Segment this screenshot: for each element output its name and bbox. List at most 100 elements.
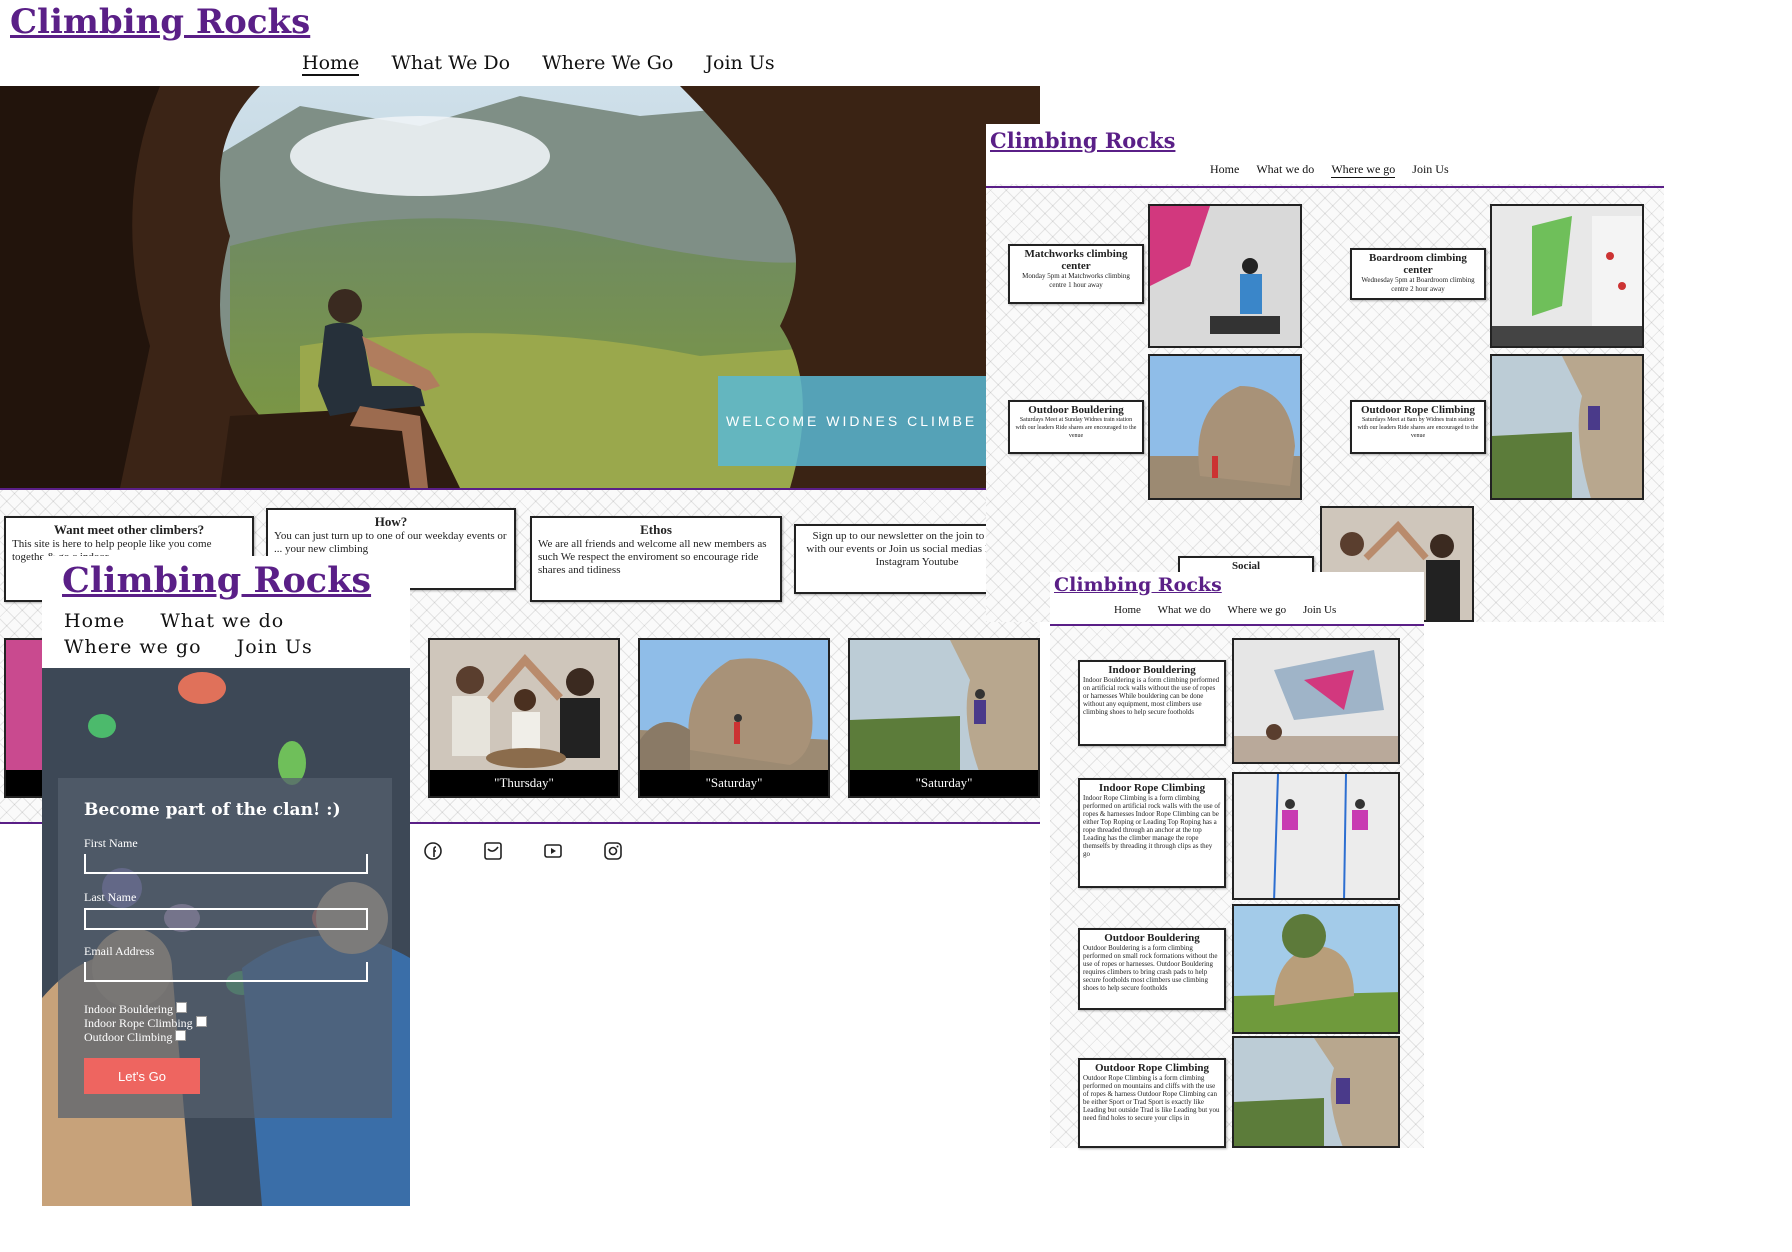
activity-title: Outdoor Bouldering: [1104, 932, 1200, 944]
info-card-title: Ethos: [640, 522, 672, 537]
activity-photo-outdoor-bouldering: [1232, 904, 1400, 1034]
join-form-title: Become part of the clan! :): [84, 800, 341, 820]
checkbox-indoor-rope[interactable]: [195, 1016, 207, 1027]
hero-image: WELCOME WIDNES CLIMBE: [0, 86, 1040, 488]
twitter-icon[interactable]: [484, 842, 502, 860]
checkbox-label: Indoor Rope Climbing: [84, 1016, 193, 1030]
location-card: Outdoor Bouldering Saturdays Meet at Sun…: [1008, 400, 1144, 454]
activity-title: Indoor Rope Climbing: [1098, 782, 1206, 794]
join-nav: Home What we do Where we go Join Us: [64, 608, 364, 660]
activity-body: Indoor Bouldering is a form climbing per…: [1083, 676, 1220, 716]
nav-join-us[interactable]: Join Us: [705, 52, 774, 74]
gallery-photo-left-partial: [4, 638, 44, 798]
location-title: Matchworks climbing center: [1024, 248, 1128, 272]
boulder-illustration: [1150, 356, 1300, 498]
activity-body: Outdoor Bouldering is a form climbing pe…: [1083, 944, 1218, 992]
cliff-climber-illustration: [1234, 1038, 1398, 1146]
indoor-bouldering-illustration: [1234, 640, 1398, 762]
location-title: Outdoor Bouldering: [1028, 404, 1124, 416]
cliff-climber-illustration: [1492, 356, 1642, 498]
nav-home[interactable]: Home: [64, 608, 125, 634]
location-card: Boardroom climbing center Wednesday 5pm …: [1350, 248, 1486, 300]
gallery-caption: "Saturday": [850, 770, 1038, 796]
location-title: Outdoor Rope Climbing: [1360, 404, 1476, 416]
main-nav: Home What We Do Where We Go Join Us: [302, 52, 775, 76]
cliff-climber-illustration: [850, 640, 1038, 774]
gallery-caption: "Saturday": [640, 770, 828, 796]
info-card-body: You can just turn up to one of our weekd…: [274, 530, 507, 555]
indoor-wall-illustration: [1150, 206, 1300, 346]
activity-photo-outdoor-rope: [1232, 1036, 1400, 1148]
nav-what-we-do[interactable]: What we do: [160, 608, 284, 634]
info-card-title: Want meet other climbers?: [53, 522, 205, 537]
checkbox-indoor-bouldering[interactable]: [176, 1002, 187, 1013]
join-form-panel: Become part of the clan! :) First Name L…: [58, 778, 392, 1118]
activity-body: Indoor Rope Climbing is a form climbing …: [1083, 794, 1221, 858]
checkbox-row: Outdoor Climbing: [84, 1030, 207, 1044]
what-we-do-screenshot: Climbing Rocks Home What we do Where we …: [1050, 572, 1424, 1148]
email-label: Email Address: [84, 944, 155, 958]
nav-where-we-go[interactable]: Where we go: [64, 634, 202, 660]
welcome-banner-text: WELCOME WIDNES CLIMBE: [726, 413, 978, 429]
activity-photo-indoor-rope: [1232, 772, 1400, 900]
where-divider: [986, 186, 1664, 188]
gallery-caption: [6, 770, 42, 796]
youtube-icon[interactable]: [544, 842, 562, 860]
nav-home[interactable]: Home: [1210, 162, 1239, 177]
social-icons-row: [424, 842, 622, 860]
group-highfive-illustration: [430, 640, 618, 774]
last-name-label: Last Name: [84, 890, 137, 904]
location-photo-outdoor-rope: [1490, 354, 1644, 500]
instagram-icon[interactable]: [604, 842, 622, 860]
first-name-field[interactable]: [84, 854, 368, 874]
lets-go-button[interactable]: Let's Go: [84, 1058, 200, 1094]
activity-card: Indoor Bouldering Indoor Bouldering is a…: [1078, 660, 1226, 746]
nav-join-us[interactable]: Join Us: [1303, 604, 1336, 616]
location-photo-outdoor-boulder: [1148, 354, 1302, 500]
gallery-photo-saturday-cliff: "Saturday": [848, 638, 1040, 798]
location-card: Outdoor Rope Climbing Saturdays Meet at …: [1350, 400, 1486, 454]
activity-title: Outdoor Rope Climbing: [1094, 1062, 1210, 1074]
last-name-field[interactable]: [84, 908, 368, 930]
outdoor-boulder-illustration: [1234, 906, 1398, 1032]
checkbox-row: Indoor Rope Climbing: [84, 1016, 207, 1030]
where-logo[interactable]: Climbing Rocks: [990, 128, 1175, 153]
checkbox-row: Indoor Bouldering: [84, 1002, 207, 1016]
nav-home[interactable]: Home: [1114, 604, 1141, 616]
nav-home[interactable]: Home: [302, 52, 360, 76]
activity-body: Outdoor Rope Climbing is a form climbing…: [1083, 1074, 1220, 1122]
first-name-label: First Name: [84, 836, 138, 850]
join-us-screenshot: Climbing Rocks Home What we do Where we …: [42, 556, 410, 1206]
info-card-body: We are all friends and welcome all new m…: [538, 538, 767, 576]
facebook-icon[interactable]: [424, 842, 442, 860]
location-card: Matchworks climbing center Monday 5pm at…: [1008, 244, 1144, 304]
activity-card: Outdoor Rope Climbing Outdoor Rope Climb…: [1078, 1058, 1226, 1148]
join-logo[interactable]: Climbing Rocks: [62, 560, 371, 601]
location-body: Wednesday 5pm at Boardroom climbing cent…: [1361, 276, 1475, 293]
nav-where-we-go[interactable]: Where we go: [1228, 604, 1287, 616]
location-photo-matchworks: [1148, 204, 1302, 348]
what-logo[interactable]: Climbing Rocks: [1054, 574, 1222, 596]
what-nav: Home What we do Where we go Join Us: [1114, 604, 1336, 616]
checkbox-outdoor-climbing[interactable]: [175, 1030, 187, 1041]
nav-join-us[interactable]: Join Us: [237, 634, 313, 660]
gallery-caption: "Thursday": [430, 770, 618, 796]
location-body: Monday 5pm at Matchworks climbing centre…: [1022, 272, 1130, 289]
what-divider: [1050, 624, 1424, 626]
nav-what-we-do[interactable]: What We Do: [391, 52, 510, 74]
nav-where-we-go[interactable]: Where We Go: [542, 52, 673, 74]
nav-where-we-go[interactable]: Where we go: [1331, 162, 1396, 178]
interest-checkboxes: Indoor Bouldering Indoor Rope Climbing O…: [84, 1002, 207, 1044]
where-we-go-screenshot: Climbing Rocks Home What we do Where we …: [986, 124, 1664, 622]
activity-card: Indoor Rope Climbing Indoor Rope Climbin…: [1078, 778, 1226, 888]
nav-join-us[interactable]: Join Us: [1412, 162, 1448, 177]
activity-photo-indoor-bouldering: [1232, 638, 1400, 764]
social-title: Social: [1231, 560, 1261, 572]
main-logo[interactable]: Climbing Rocks: [10, 2, 310, 42]
nav-what-we-do[interactable]: What we do: [1256, 162, 1314, 177]
boulder-illustration: [640, 640, 828, 774]
email-field[interactable]: [84, 962, 368, 982]
activity-title: Indoor Bouldering: [1108, 664, 1196, 676]
nav-what-we-do[interactable]: What we do: [1158, 604, 1211, 616]
boardroom-wall-illustration: [1492, 206, 1642, 346]
